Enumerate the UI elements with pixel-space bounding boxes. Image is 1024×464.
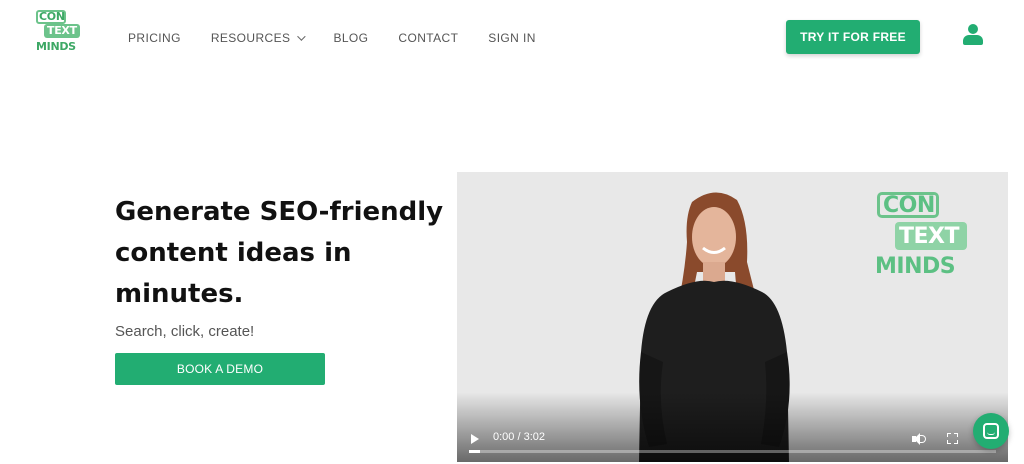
user-icon[interactable] <box>962 24 984 46</box>
hero-headline: Generate SEO-friendly content ideas in m… <box>115 197 444 309</box>
chat-icon <box>983 423 999 439</box>
logo-text-line2: TEXT <box>47 24 77 37</box>
fullscreen-icon[interactable] <box>947 433 958 444</box>
video-logo-line1: CON <box>883 193 935 218</box>
video-progress-fill <box>469 450 480 453</box>
logo-text-line3: MINDS <box>36 40 76 53</box>
hero-subtitle: Search, click, create! <box>115 323 255 340</box>
logo-text-line1: CON <box>39 10 65 23</box>
video-progress-bar[interactable] <box>469 450 996 453</box>
nav-resources[interactable]: RESOURCES <box>210 31 307 45</box>
video-logo-line2: TEXT <box>899 224 960 249</box>
user-icon-body <box>963 35 983 45</box>
fullscreen-corner <box>947 433 951 437</box>
nav-resources-label: RESOURCES <box>210 31 291 45</box>
main-nav: PRICING RESOURCES BLOG CONTACT SIGN IN <box>128 31 566 45</box>
nav-sign-in[interactable]: SIGN IN <box>488 31 535 45</box>
fullscreen-corner <box>954 433 958 437</box>
video-time: 0:00 / 3:02 <box>493 431 545 443</box>
video-controls: 0:00 / 3:02 <box>457 420 1008 462</box>
nav-pricing[interactable]: PRICING <box>128 31 181 45</box>
logo[interactable]: CON TEXT MINDS <box>36 10 84 56</box>
volume-wave <box>920 435 926 443</box>
chat-launcher-button[interactable] <box>973 413 1009 449</box>
nav-contact[interactable]: CONTACT <box>398 31 458 45</box>
try-it-free-button[interactable]: TRY IT FOR FREE <box>786 20 920 54</box>
nav-blog[interactable]: BLOG <box>333 31 368 45</box>
play-icon[interactable] <box>471 434 479 444</box>
user-icon-head <box>968 24 978 34</box>
fullscreen-corner <box>954 440 958 444</box>
chevron-down-icon <box>297 32 307 41</box>
fullscreen-corner <box>947 440 951 444</box>
book-demo-button[interactable]: BOOK A DEMO <box>115 353 325 385</box>
video-logo: CON TEXT MINDS <box>875 190 975 282</box>
volume-icon[interactable] <box>912 432 926 446</box>
video-player[interactable]: CON TEXT MINDS 0:00 / 3:02 <box>457 172 1008 462</box>
video-logo-line3: MINDS <box>875 254 956 279</box>
